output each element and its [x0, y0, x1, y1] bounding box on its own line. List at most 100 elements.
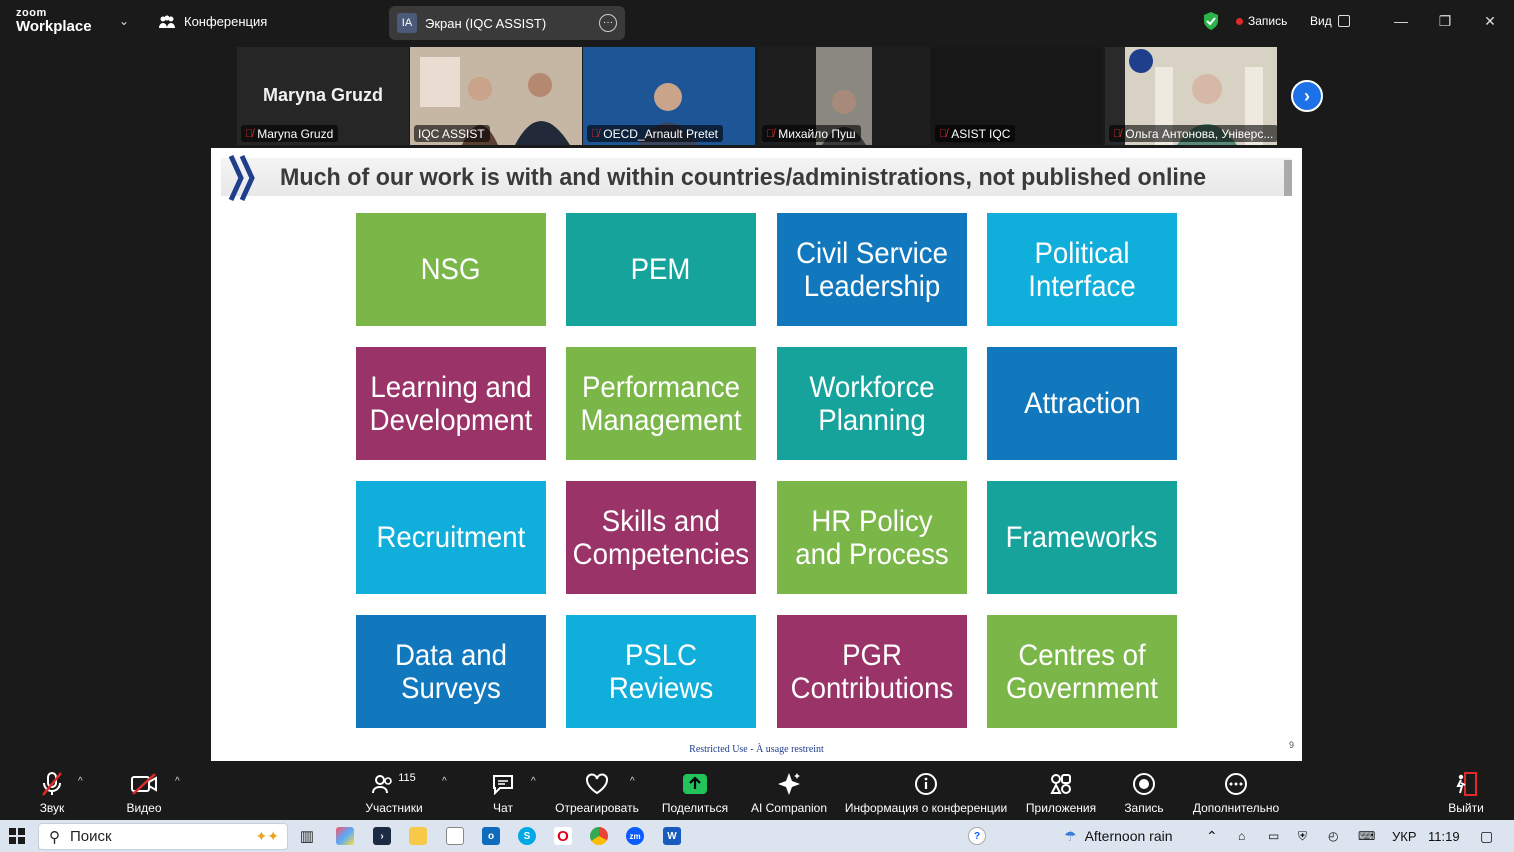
participant-tile-1[interactable]: Maryna Gruzd 🎙̸ Maryna Gruzd [237, 47, 409, 145]
restore-icon[interactable]: ❐ [1433, 10, 1457, 32]
title-bar: zoom Workplace ⌄ Конференция IA Экран (I… [0, 0, 1514, 44]
topic-tile-label: Political Interface [1028, 236, 1136, 303]
word-icon[interactable]: W [663, 827, 681, 845]
chevron-right-icon: › [1304, 85, 1310, 106]
minimize-icon[interactable]: — [1389, 10, 1413, 32]
record-label: Запись [1124, 801, 1164, 815]
language-indicator[interactable]: УКР [1392, 826, 1417, 846]
record-button[interactable]: Запись [1122, 762, 1166, 820]
meeting-toolbar: Звук ^ Видео ^ 115 Участники ^ Чат ^ Отр… [0, 762, 1514, 820]
chrome-icon[interactable] [590, 827, 608, 845]
recording-indicator[interactable]: Запись [1236, 14, 1287, 28]
topic-tile: NSG [356, 213, 546, 326]
video-button[interactable]: Видео [122, 762, 166, 820]
network-icon[interactable]: ◴ [1328, 826, 1338, 846]
chevron-down-icon[interactable]: ⌄ [119, 14, 129, 28]
participant-tile-2[interactable]: IQC ASSIST [410, 47, 582, 145]
skype-icon[interactable]: S [518, 827, 536, 845]
topic-tile: PSLC Reviews [566, 615, 756, 728]
meeting-info-button[interactable]: Информация о конференции [842, 762, 1010, 820]
participant-name: IQC ASSIST [418, 126, 485, 141]
audio-options-caret-icon[interactable]: ^ [78, 776, 83, 787]
leave-button[interactable]: Выйти [1446, 762, 1486, 820]
chat-icon [493, 775, 513, 795]
topic-tile-label: PGR Contributions [790, 638, 954, 705]
participant-tile-6[interactable]: 🎙̸ Ольга Антонова, Універс... [1105, 47, 1277, 145]
participant-name-tag: 🎙̸ ASIST IQC [935, 125, 1016, 142]
conference-menu[interactable]: Конференция [158, 14, 267, 29]
video-label: Видео [126, 801, 162, 815]
record-dot-icon [1236, 17, 1243, 25]
screen-share-pill[interactable]: IA Экран (IQC ASSIST) ··· [389, 6, 625, 40]
notification-icon[interactable]: ▢ [1480, 826, 1493, 846]
file-explorer-icon[interactable] [409, 827, 427, 845]
mic-muted-icon: 🎙̸ [939, 127, 948, 140]
mic-muted-icon: 🎙̸ [591, 127, 600, 140]
next-participants-button[interactable]: › [1291, 80, 1323, 112]
weather-widget[interactable]: ☂ Afternoon rain [1064, 826, 1173, 846]
task-view-icon[interactable]: ▥ [298, 827, 316, 845]
mic-muted-icon: 🎙̸ [245, 127, 254, 140]
more-options-icon[interactable]: ··· [599, 14, 617, 32]
phone-link-icon[interactable]: ⌂ [1238, 826, 1245, 846]
participant-name: Ольга Антонова, Універс... [1125, 126, 1274, 141]
battery-icon[interactable]: ▭ [1268, 826, 1279, 846]
topic-tile: HR Policy and Process [777, 481, 967, 594]
video-options-caret-icon[interactable]: ^ [175, 776, 180, 787]
clock[interactable]: 11:19 [1428, 826, 1460, 846]
more-icon [1225, 773, 1247, 795]
grid-icon [1337, 15, 1350, 27]
close-icon[interactable]: ✕ [1478, 10, 1502, 32]
share-screen-icon [683, 774, 707, 794]
oecd-chevron-icon [228, 154, 255, 202]
topic-tile-label: HR Policy and Process [795, 504, 949, 571]
participants-button[interactable]: 115 Участники [362, 762, 426, 820]
zoom-workplace-logo[interactable]: zoom Workplace [16, 8, 92, 35]
apps-button[interactable]: Приложения [1024, 762, 1098, 820]
participant-name-tag: 🎙̸ Михайло Пуш [762, 125, 861, 142]
more-button[interactable]: Дополнительно [1190, 762, 1282, 820]
ai-sparkle-icon [778, 773, 800, 795]
notepad-icon[interactable] [446, 827, 464, 845]
chat-label: Чат [493, 801, 513, 815]
topic-tile: Performance Management [566, 347, 756, 460]
terminal-icon[interactable]: › [373, 827, 391, 845]
topic-tile-label: Skills and Competencies [572, 504, 750, 571]
help-icon[interactable]: ? [968, 827, 986, 845]
heart-icon [586, 773, 608, 795]
participant-name-tag: 🎙̸ OECD_Arnault Pretet [587, 125, 723, 142]
opera-icon[interactable]: O [554, 827, 572, 845]
topic-tile-label: NSG [421, 253, 481, 286]
topic-tile: Civil Service Leadership [777, 213, 967, 326]
ai-companion-button[interactable]: AI Companion [749, 762, 829, 820]
security-shield-icon[interactable] [1202, 11, 1220, 31]
participant-name-tag: 🎙̸ Ольга Антонова, Універс... [1109, 125, 1277, 142]
react-options-caret-icon[interactable]: ^ [630, 776, 635, 787]
windows-start-icon[interactable] [9, 828, 25, 844]
participant-tile-4[interactable]: 🎙̸ Михайло Пуш [758, 47, 930, 145]
participants-options-caret-icon[interactable]: ^ [442, 776, 447, 787]
keyboard-icon[interactable]: ⌨ [1358, 826, 1375, 846]
participant-tile-5[interactable]: 🎙̸ ASIST IQC [931, 47, 1103, 145]
copilot-icon[interactable] [336, 827, 354, 845]
zoom-app-icon[interactable]: zm [626, 827, 644, 845]
react-button[interactable]: Отреагировать [554, 762, 640, 820]
chevron-up-icon[interactable]: ⌃ [1206, 826, 1218, 846]
topic-tile: Data and Surveys [356, 615, 546, 728]
audio-button[interactable]: Звук [32, 762, 72, 820]
chat-options-caret-icon[interactable]: ^ [531, 776, 536, 787]
participant-name: ASIST IQC [951, 126, 1011, 141]
outlook-icon[interactable]: o [482, 827, 500, 845]
topic-tile: Political Interface [987, 213, 1177, 326]
chat-button[interactable]: Чат [488, 762, 518, 820]
taskbar-search-box[interactable]: ⚲ Поиск ✦✦ [38, 823, 288, 850]
share-button[interactable]: Поделиться [660, 762, 730, 820]
topic-tile: Attraction [987, 347, 1177, 460]
participant-tile-3[interactable]: 🎙̸ OECD_Arnault Pretet [583, 47, 755, 145]
leave-label: Выйти [1448, 801, 1484, 815]
security-center-icon[interactable]: ⛨ [1298, 826, 1307, 846]
meeting-info-label: Информация о конференции [844, 801, 1008, 815]
presenter-initials: IA [397, 13, 417, 33]
view-button[interactable]: Вид [1310, 14, 1350, 28]
topic-tile: PGR Contributions [777, 615, 967, 728]
